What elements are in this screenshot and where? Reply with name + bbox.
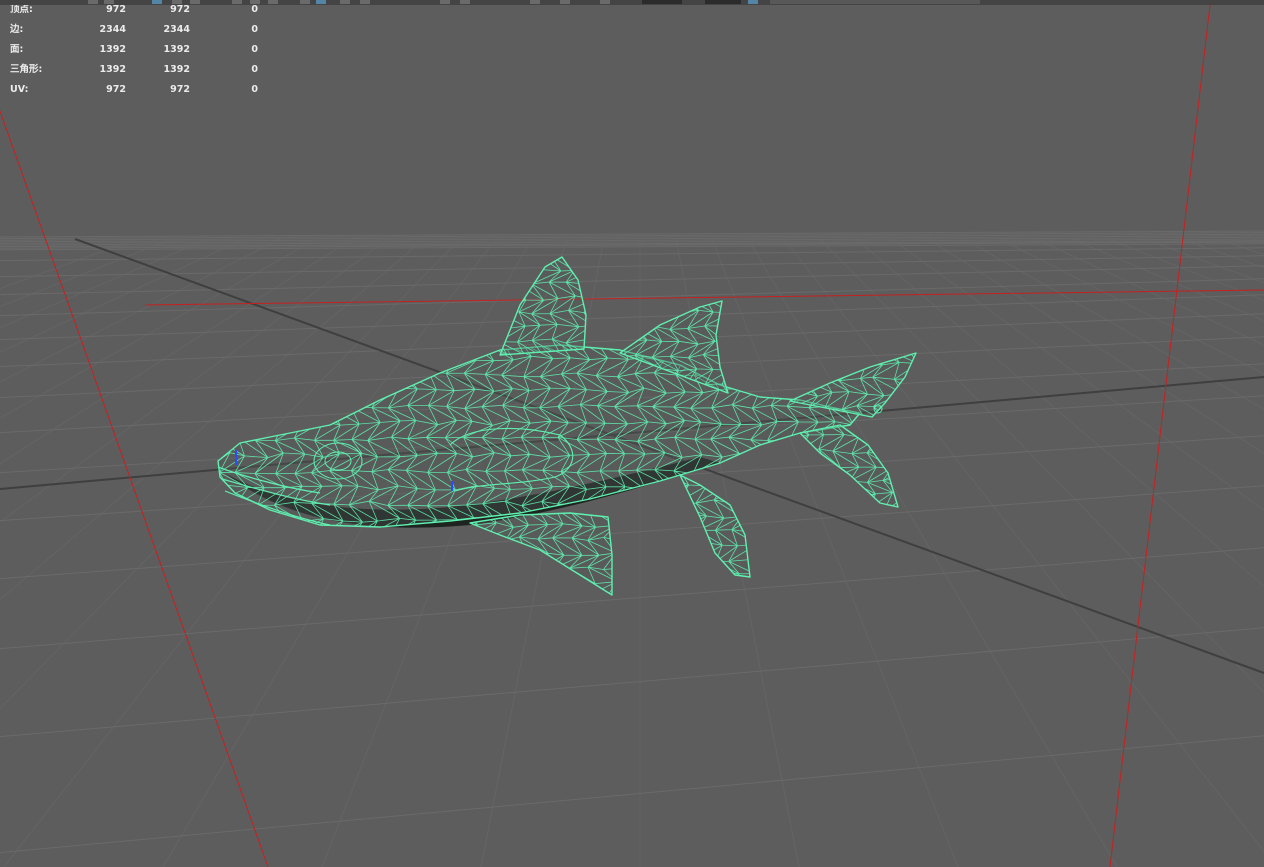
hud-value: 0 [251, 84, 258, 95]
hud-value: 1392 [99, 64, 126, 75]
viewport-canvas [0, 5, 1264, 867]
color-management-icon[interactable] [748, 0, 758, 4]
move-tool-icon[interactable] [88, 0, 98, 4]
wireframe-toggle-icon[interactable] [250, 0, 260, 4]
hud-value: 1392 [99, 44, 126, 55]
hud-label: 三角形: [10, 64, 43, 75]
grid-line [1071, 238, 1264, 322]
isolate-icon[interactable] [440, 0, 450, 4]
grid-line [1107, 238, 1264, 301]
grid-line [963, 238, 1264, 410]
light-icon[interactable] [340, 0, 350, 4]
grid-line [0, 485, 1264, 580]
grid-line [927, 238, 1264, 454]
lasso-tool-icon[interactable] [172, 0, 182, 4]
hud-value: 972 [170, 84, 190, 95]
hud-row-edges: 边: 2344 2344 0 [10, 24, 258, 44]
grid-line [0, 238, 425, 601]
grid-line [0, 278, 1264, 317]
render-icon[interactable] [460, 0, 470, 4]
hud-value: 1392 [163, 64, 190, 75]
select-tool-icon[interactable] [152, 0, 162, 4]
grid-line [0, 627, 1264, 738]
safe-frame-icon[interactable] [600, 0, 610, 4]
hud-value: 0 [251, 44, 258, 55]
viewport-toolbar [0, 0, 1264, 5]
grid-line [1035, 238, 1264, 346]
3d-viewport[interactable] [0, 5, 1264, 867]
hud-row-triangles: 三角形: 1392 1392 0 [10, 64, 258, 84]
hud-value: 972 [106, 4, 126, 15]
grid-line [0, 238, 461, 710]
grid-line [0, 238, 137, 290]
hud-row-vertices: 顶点: 972 972 0 [10, 4, 258, 24]
camera-frustum-line [144, 289, 1264, 306]
hud-value: 0 [251, 4, 258, 15]
snap-icon[interactable] [300, 0, 310, 4]
resolution-gate-icon[interactable] [530, 0, 540, 4]
xray-icon[interactable] [360, 0, 370, 4]
grid-toggle-icon[interactable] [232, 0, 242, 4]
fish-body [217, 344, 861, 528]
camera-icon[interactable] [316, 0, 326, 4]
film-gate-icon[interactable] [560, 0, 570, 4]
poly-count-hud: 顶点: 972 972 0 边: 2344 2344 0 面: 1392 139… [10, 4, 258, 104]
grid-line [0, 238, 173, 308]
grid-line [3, 238, 497, 867]
hud-row-uvs: UV: 972 972 0 [10, 84, 258, 104]
hud-value: 0 [251, 64, 258, 75]
paint-tool-icon[interactable] [190, 0, 200, 4]
grid-line [1251, 238, 1264, 244]
grid-line [0, 547, 1264, 650]
hud-label: 面: [10, 44, 24, 55]
camera-frustum-line [0, 110, 269, 867]
hud-value: 2344 [163, 24, 190, 35]
shaded-toggle-icon[interactable] [268, 0, 278, 4]
grid-line [783, 238, 1264, 853]
hud-label: 边: [10, 24, 24, 35]
rotate-tool-icon[interactable] [104, 0, 114, 4]
hud-label: 顶点: [10, 4, 33, 15]
grid-line [0, 238, 245, 353]
hud-row-faces: 面: 1392 1392 0 [10, 44, 258, 64]
grid-line [0, 238, 317, 419]
hud-value: 1392 [163, 44, 190, 55]
hud-label: UV: [10, 84, 29, 95]
hud-value: 2344 [99, 24, 126, 35]
hud-value: 0 [251, 24, 258, 35]
gamma-field[interactable] [705, 0, 741, 4]
exposure-field[interactable] [642, 0, 682, 4]
hud-value: 972 [170, 4, 190, 15]
hud-value: 972 [106, 84, 126, 95]
camera-frustum-line [1109, 5, 1211, 867]
grid-line [711, 238, 959, 867]
grid-line [891, 238, 1264, 511]
color-space-dropdown[interactable] [770, 0, 980, 4]
